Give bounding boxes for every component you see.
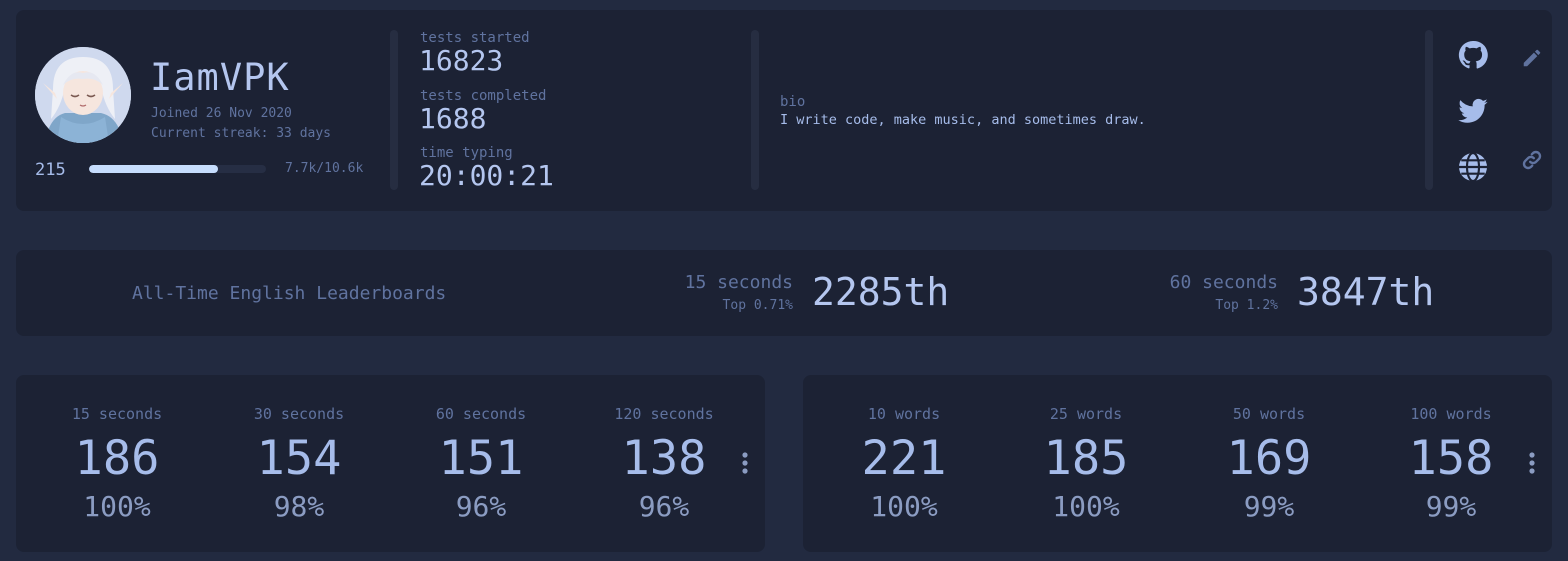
pb-wpm: 169 [1226, 431, 1312, 486]
pb-mode-label: 60 seconds [435, 405, 527, 423]
pb-15-seconds: 15 seconds 186 100% [42, 375, 192, 552]
pb-10-words: 10 words 221 100% [829, 375, 979, 552]
xp-progress-fill [89, 165, 219, 173]
pb-wpm: 138 [621, 431, 707, 486]
github-icon[interactable] [1457, 39, 1489, 71]
level-number: 215 [35, 160, 66, 180]
pb-accuracy: 96% [638, 490, 690, 523]
leaderboard-60s-mode: 60 seconds [1169, 272, 1278, 293]
pencil-icon[interactable] [1521, 47, 1543, 69]
pb-mode-label: 100 words [1410, 405, 1492, 423]
current-streak: Current streak: 33 days [151, 126, 332, 141]
pb-wpm: 221 [861, 431, 947, 486]
xp-text: 7.7k/10.6k [285, 161, 364, 176]
leaderboard-15s-rank: 2285th [812, 270, 950, 314]
pb-wpm: 151 [438, 431, 524, 486]
pb-mode-label: 10 words [867, 405, 941, 423]
personal-bests-time-card: 15 seconds 186 100% 30 seconds 154 98% 6… [16, 375, 765, 552]
bio-label: bio [780, 94, 806, 110]
divider [751, 30, 759, 190]
pb-mode-label: 120 seconds [614, 405, 714, 423]
pb-mode-label: 15 seconds [71, 405, 163, 423]
pb-mode-label: 50 words [1232, 405, 1306, 423]
pb-accuracy: 99% [1243, 490, 1295, 523]
xp-progress-bar [89, 165, 266, 173]
more-options-icon[interactable] [1525, 451, 1539, 475]
pb-accuracy: 100% [83, 490, 151, 523]
leaderboard-15s-mode: 15 seconds [684, 272, 793, 293]
pb-60-seconds: 60 seconds 151 96% [406, 375, 556, 552]
link-icon[interactable] [1521, 149, 1543, 171]
pb-100-words: 100 words 158 99% [1376, 375, 1526, 552]
more-options-icon[interactable] [738, 451, 752, 475]
pb-50-words: 50 words 169 99% [1194, 375, 1344, 552]
globe-icon[interactable] [1457, 151, 1489, 183]
pb-wpm: 186 [74, 431, 160, 486]
pb-accuracy: 100% [1052, 490, 1120, 523]
username: IamVPK [150, 56, 290, 99]
pb-mode-label: 25 words [1049, 405, 1123, 423]
bio-text: I write code, make music, and sometimes … [780, 112, 1146, 128]
leaderboard-15s-top: Top 0.71% [722, 298, 793, 313]
pb-25-words: 25 words 185 100% [1011, 375, 1161, 552]
leaderboards-title: All-Time English Leaderboards [132, 283, 447, 304]
leaderboards-card: All-Time English Leaderboards 15 seconds… [16, 250, 1552, 336]
twitter-icon[interactable] [1457, 95, 1489, 127]
pb-mode-label: 30 seconds [253, 405, 345, 423]
leaderboard-60s-rank: 3847th [1297, 270, 1435, 314]
leaderboard-60s-top: Top 1.2% [1215, 298, 1278, 313]
avatar [35, 47, 131, 143]
pb-accuracy: 99% [1425, 490, 1477, 523]
profile-card: IamVPK Joined 26 Nov 2020 Current streak… [16, 10, 1552, 211]
tests-completed-value: 1688 [419, 102, 487, 135]
pb-30-seconds: 30 seconds 154 98% [224, 375, 374, 552]
divider [390, 30, 398, 190]
time-typing-value: 20:00:21 [419, 159, 554, 192]
personal-bests-words-card: 10 words 221 100% 25 words 185 100% 50 w… [803, 375, 1552, 552]
tests-started-value: 16823 [419, 44, 504, 77]
pb-accuracy: 98% [273, 490, 325, 523]
pb-wpm: 158 [1408, 431, 1494, 486]
pb-accuracy: 96% [455, 490, 507, 523]
joined-date: Joined 26 Nov 2020 [151, 106, 292, 121]
pb-120-seconds: 120 seconds 138 96% [589, 375, 739, 552]
pb-accuracy: 100% [870, 490, 938, 523]
pb-wpm: 185 [1043, 431, 1129, 486]
avatar-image [35, 47, 131, 143]
pb-wpm: 154 [256, 431, 342, 486]
divider [1425, 30, 1433, 190]
